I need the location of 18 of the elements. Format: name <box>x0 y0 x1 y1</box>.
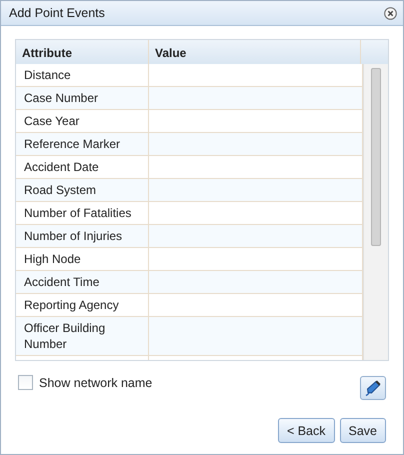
save-button[interactable]: Save <box>340 418 386 443</box>
checkbox-label: Show network name <box>39 376 152 390</box>
back-button[interactable]: < Back <box>278 418 334 443</box>
column-header: Value <box>149 40 361 64</box>
attribute-cell: Number of Fatalities <box>18 202 149 224</box>
attribute-cell: Distance <box>18 64 149 86</box>
window-title: Add Point Events <box>9 6 105 20</box>
attribute-cell: Reporting Agency <box>18 294 149 316</box>
attribute-cell: Road System <box>18 179 149 201</box>
attribute-cell: Reference Marker <box>18 133 149 155</box>
attribute-cell: Number of Injuries <box>18 225 149 247</box>
attribute-cell: Officer Building Number <box>18 317 149 355</box>
attribute-cell: Accident Time <box>18 271 149 293</box>
attribute-cell: Accident Date <box>18 156 149 178</box>
attribute-cell: Case Number <box>18 87 149 109</box>
attribute-cell: High Node <box>18 248 149 270</box>
attribute-cell: Case Year <box>18 110 149 132</box>
column-header: Attribute <box>16 40 149 64</box>
